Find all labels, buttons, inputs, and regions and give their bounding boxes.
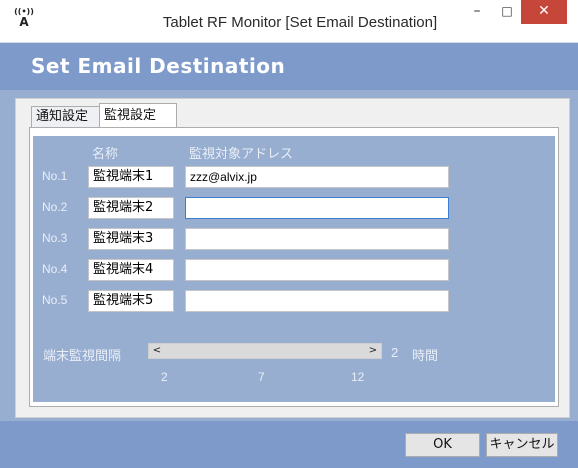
address-field-2[interactable] <box>185 197 449 219</box>
chevron-right-icon[interactable]: > <box>365 344 381 358</box>
tab-notification-settings[interactable]: 通知設定 <box>31 106 101 127</box>
name-column-header: 名称 <box>92 147 119 162</box>
row-label: No.5 <box>42 293 68 307</box>
cancel-button[interactable]: キャンセル <box>486 433 558 457</box>
interval-value: 2 <box>391 345 399 360</box>
slider-tick-label: 2 <box>161 370 168 384</box>
dialog-footer: OK キャンセル <box>0 421 578 468</box>
maximize-button[interactable]: □ <box>493 0 521 24</box>
address-field-1[interactable]: zzz@alvix.jp <box>185 166 449 188</box>
row-label: No.3 <box>42 231 68 245</box>
name-field-3[interactable]: 監視端末3 <box>88 228 174 250</box>
close-button[interactable]: ✕ <box>521 0 567 24</box>
dialog-header: Set Email Destination <box>0 43 578 90</box>
address-column-header: 監視対象アドレス <box>189 147 294 162</box>
dialog-frame: Set Email Destination 通知設定 監視設定 名称 監視対象ア… <box>0 43 578 468</box>
minimize-button[interactable]: – <box>463 0 491 24</box>
antenna-icon: ((•)) A <box>14 7 34 29</box>
address-field-5[interactable] <box>185 290 449 312</box>
interval-slider[interactable]: < > <box>148 343 382 359</box>
window-title: Tablet RF Monitor [Set Email Destination… <box>162 14 438 31</box>
slider-tick-label: 7 <box>258 370 265 384</box>
row-label: No.1 <box>42 169 68 183</box>
title-bar: ((•)) A Tablet RF Monitor [Set Email Dest… <box>0 0 578 43</box>
chevron-left-icon[interactable]: < <box>149 344 165 358</box>
address-field-4[interactable] <box>185 259 449 281</box>
page-title: Set Email Destination <box>31 54 286 78</box>
row-label: No.2 <box>42 200 68 214</box>
ok-button[interactable]: OK <box>405 433 480 457</box>
name-field-4[interactable]: 監視端末4 <box>88 259 174 281</box>
name-field-1[interactable]: 監視端末1 <box>88 166 174 188</box>
address-field-3[interactable] <box>185 228 449 250</box>
slider-tick-label: 12 <box>351 370 365 384</box>
interval-label: 端末監視間隔 <box>43 349 122 364</box>
row-label: No.4 <box>42 262 68 276</box>
name-field-5[interactable]: 監視端末5 <box>88 290 174 312</box>
interval-unit: 時間 <box>412 349 439 364</box>
content-area: 通知設定 監視設定 名称 監視対象アドレス No.1 監視端末1 zzz@alv… <box>15 98 570 418</box>
tab-panel: 名称 監視対象アドレス No.1 監視端末1 zzz@alvix.jp No.2… <box>29 127 559 407</box>
tab-monitor-settings[interactable]: 監視設定 <box>99 103 177 128</box>
name-field-2[interactable]: 監視端末2 <box>88 197 174 219</box>
monitor-settings-panel: 名称 監視対象アドレス No.1 監視端末1 zzz@alvix.jp No.2… <box>33 136 555 402</box>
